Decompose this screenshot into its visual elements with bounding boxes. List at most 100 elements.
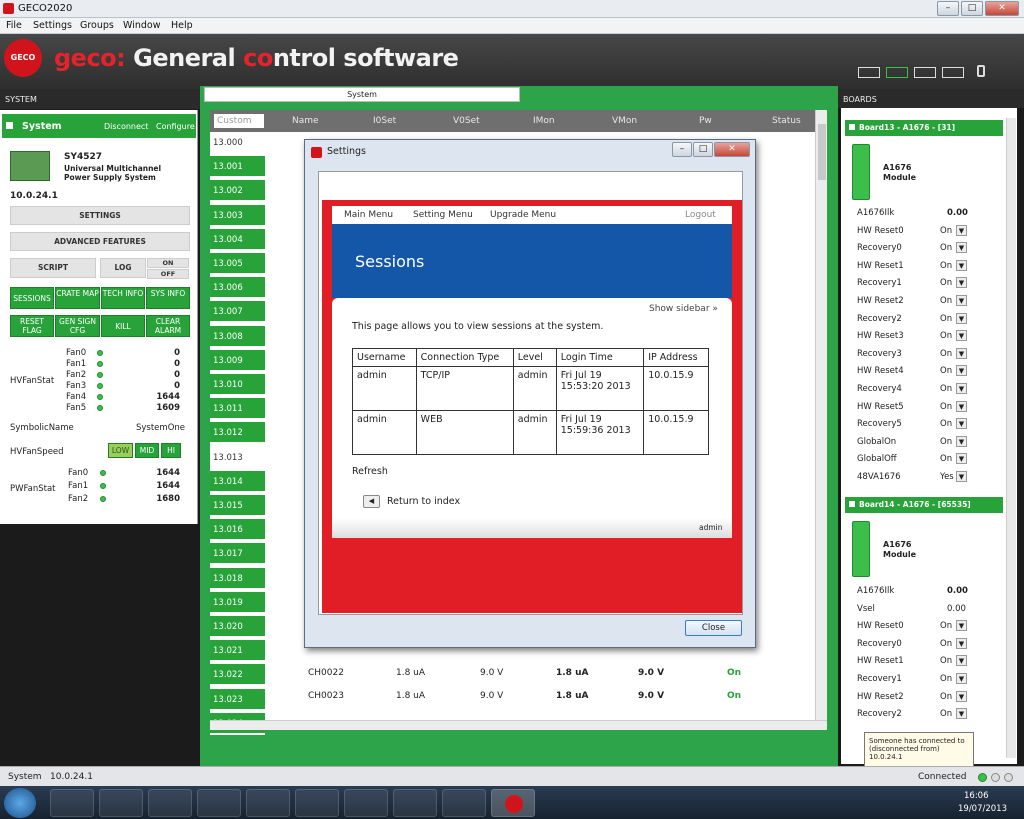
sys-info-button[interactable]: SYS INFO <box>146 287 190 309</box>
close-button[interactable]: ✕ <box>985 1 1019 16</box>
crate-map-button[interactable]: CRATE MAP <box>55 287 100 309</box>
menu-file[interactable]: File <box>6 20 22 31</box>
board13-bar[interactable]: Board13 - A1676 - [31] <box>845 120 1003 136</box>
skype-icon[interactable] <box>393 789 437 817</box>
fanspeed-hi-button[interactable]: HI <box>161 443 181 458</box>
menu-window[interactable]: Window <box>123 20 160 31</box>
dropdown-arrow-icon[interactable]: ▼ <box>956 708 967 720</box>
table-row-label[interactable]: 13.004 <box>210 228 265 251</box>
table-row-label[interactable]: 13.015 <box>210 495 265 517</box>
dialog-close-action-button[interactable]: Close <box>685 620 742 636</box>
dropdown-arrow-icon[interactable]: ▼ <box>956 365 967 377</box>
fanspeed-low-button[interactable]: LOW <box>108 443 133 458</box>
dropdown-arrow-icon[interactable]: ▼ <box>956 224 967 236</box>
geco-taskbar-icon[interactable] <box>491 789 535 817</box>
dropdown-arrow-icon[interactable]: ▼ <box>956 277 967 289</box>
log-button[interactable]: LOG <box>100 258 146 278</box>
dropdown-arrow-icon[interactable]: ▼ <box>956 330 967 342</box>
tech-info-button[interactable]: TECH INFO <box>101 287 145 309</box>
winrar-icon[interactable] <box>344 789 388 817</box>
table-row-label[interactable]: 13.003 <box>210 204 265 227</box>
col-vmon[interactable]: VMon <box>612 116 637 126</box>
table-row-label[interactable]: 13.013 <box>210 446 265 469</box>
dropdown-arrow-icon[interactable]: ▼ <box>956 471 967 482</box>
settings-button[interactable]: SETTINGS <box>10 206 190 225</box>
advanced-features-button[interactable]: ADVANCED FEATURES <box>10 232 190 251</box>
col-v0set[interactable]: V0Set <box>453 116 480 126</box>
table-row-label[interactable]: 13.014 <box>210 470 265 493</box>
dropdown-arrow-icon[interactable]: ▼ <box>956 690 967 702</box>
configure-button[interactable]: Configure <box>156 122 195 131</box>
menu-help[interactable]: Help <box>171 20 193 31</box>
boards-scrollbar[interactable] <box>1006 118 1016 758</box>
table-row-label[interactable]: 13.019 <box>210 591 265 614</box>
upgrade-menu-link[interactable]: Upgrade Menu <box>490 210 556 220</box>
table-row-label[interactable]: 13.007 <box>210 301 265 324</box>
table-row-label[interactable]: 13.016 <box>210 519 265 542</box>
show-sidebar-link[interactable]: Show sidebar » <box>649 304 718 314</box>
log-off-toggle[interactable]: OFF <box>147 269 189 279</box>
system-checkbox[interactable] <box>6 122 13 129</box>
dropdown-arrow-icon[interactable]: ▼ <box>956 312 967 324</box>
filezilla-icon[interactable] <box>148 789 192 817</box>
lock-icon[interactable] <box>977 65 985 77</box>
system-tab[interactable]: System <box>204 87 520 102</box>
back-arrow-icon[interactable]: ◀ <box>363 495 380 508</box>
app-stack-icon[interactable] <box>246 789 290 817</box>
table-vscrollbar[interactable] <box>815 110 827 720</box>
tray-clock-time[interactable]: 16:06 <box>964 791 989 801</box>
tray-clock-date[interactable]: 19/07/2013 <box>958 804 1007 814</box>
col-name[interactable]: Name <box>292 116 319 126</box>
reset-flag-button[interactable]: RESET FLAG <box>10 315 54 337</box>
dropdown-arrow-icon[interactable]: ▼ <box>956 453 967 465</box>
table-row-label[interactable]: 13.000 <box>210 132 265 154</box>
table-row-label[interactable]: 13.009 <box>210 349 265 372</box>
log-on-toggle[interactable]: ON <box>147 258 189 268</box>
explorer-icon[interactable] <box>99 789 143 817</box>
table-row-label[interactable]: 13.006 <box>210 277 265 300</box>
paint-icon[interactable] <box>442 789 486 817</box>
dropdown-arrow-icon[interactable]: ▼ <box>956 418 967 430</box>
dropdown-arrow-icon[interactable]: ▼ <box>956 655 967 667</box>
ch0023-pw[interactable]: On <box>727 691 741 701</box>
dropdown-arrow-icon[interactable]: ▼ <box>956 620 967 632</box>
chrome-icon[interactable] <box>295 789 339 817</box>
refresh-link[interactable]: Refresh <box>352 466 388 477</box>
table-row-label[interactable]: 13.001 <box>210 156 265 179</box>
table-row-label[interactable]: 13.011 <box>210 398 265 421</box>
dropdown-arrow-icon[interactable]: ▼ <box>956 295 967 306</box>
dropdown-arrow-icon[interactable]: ▼ <box>956 242 967 254</box>
col-status[interactable]: Status <box>772 116 801 126</box>
table-row-label[interactable]: 13.022 <box>210 664 265 687</box>
dropdown-arrow-icon[interactable]: ▼ <box>956 400 967 412</box>
menu-groups[interactable]: Groups <box>80 20 114 31</box>
script-button[interactable]: SCRIPT <box>10 258 96 278</box>
dialog-close-button[interactable]: ✕ <box>714 142 750 157</box>
dropdown-arrow-icon[interactable]: ▼ <box>956 259 967 271</box>
gen-sign-cfg-button[interactable]: GEN SIGN CFG <box>55 315 100 337</box>
table-row-label[interactable]: 13.021 <box>210 640 265 663</box>
layout-4-icon[interactable] <box>942 67 964 78</box>
table-row-label[interactable]: 13.023 <box>210 688 265 711</box>
dropdown-arrow-icon[interactable]: ▼ <box>956 435 967 447</box>
table-hscrollbar[interactable] <box>210 720 827 730</box>
dropdown-arrow-icon[interactable]: ▼ <box>956 347 967 359</box>
logout-link[interactable]: Logout <box>685 210 716 220</box>
col-pw[interactable]: Pw <box>699 116 712 126</box>
dropdown-arrow-icon[interactable]: ▼ <box>956 383 967 394</box>
thunderbird-icon[interactable] <box>197 789 241 817</box>
dialog-minimize-button[interactable]: – <box>672 142 692 157</box>
table-row-label[interactable]: 13.017 <box>210 543 265 566</box>
board14-bar[interactable]: Board14 - A1676 - [65535] <box>845 497 1003 513</box>
firefox-icon[interactable] <box>50 789 94 817</box>
table-row-label[interactable]: 13.020 <box>210 616 265 638</box>
col-custom[interactable]: Custom <box>214 114 264 128</box>
kill-button[interactable]: KILL <box>101 315 145 337</box>
return-to-index-link[interactable]: Return to index <box>387 496 460 507</box>
layout-2-icon[interactable] <box>886 67 908 78</box>
sessions-button[interactable]: SESSIONS <box>10 287 54 309</box>
maximize-button[interactable]: □ <box>961 1 983 16</box>
dropdown-arrow-icon[interactable]: ▼ <box>956 673 967 684</box>
start-button[interactable] <box>4 788 36 818</box>
layout-1-icon[interactable] <box>858 67 880 78</box>
